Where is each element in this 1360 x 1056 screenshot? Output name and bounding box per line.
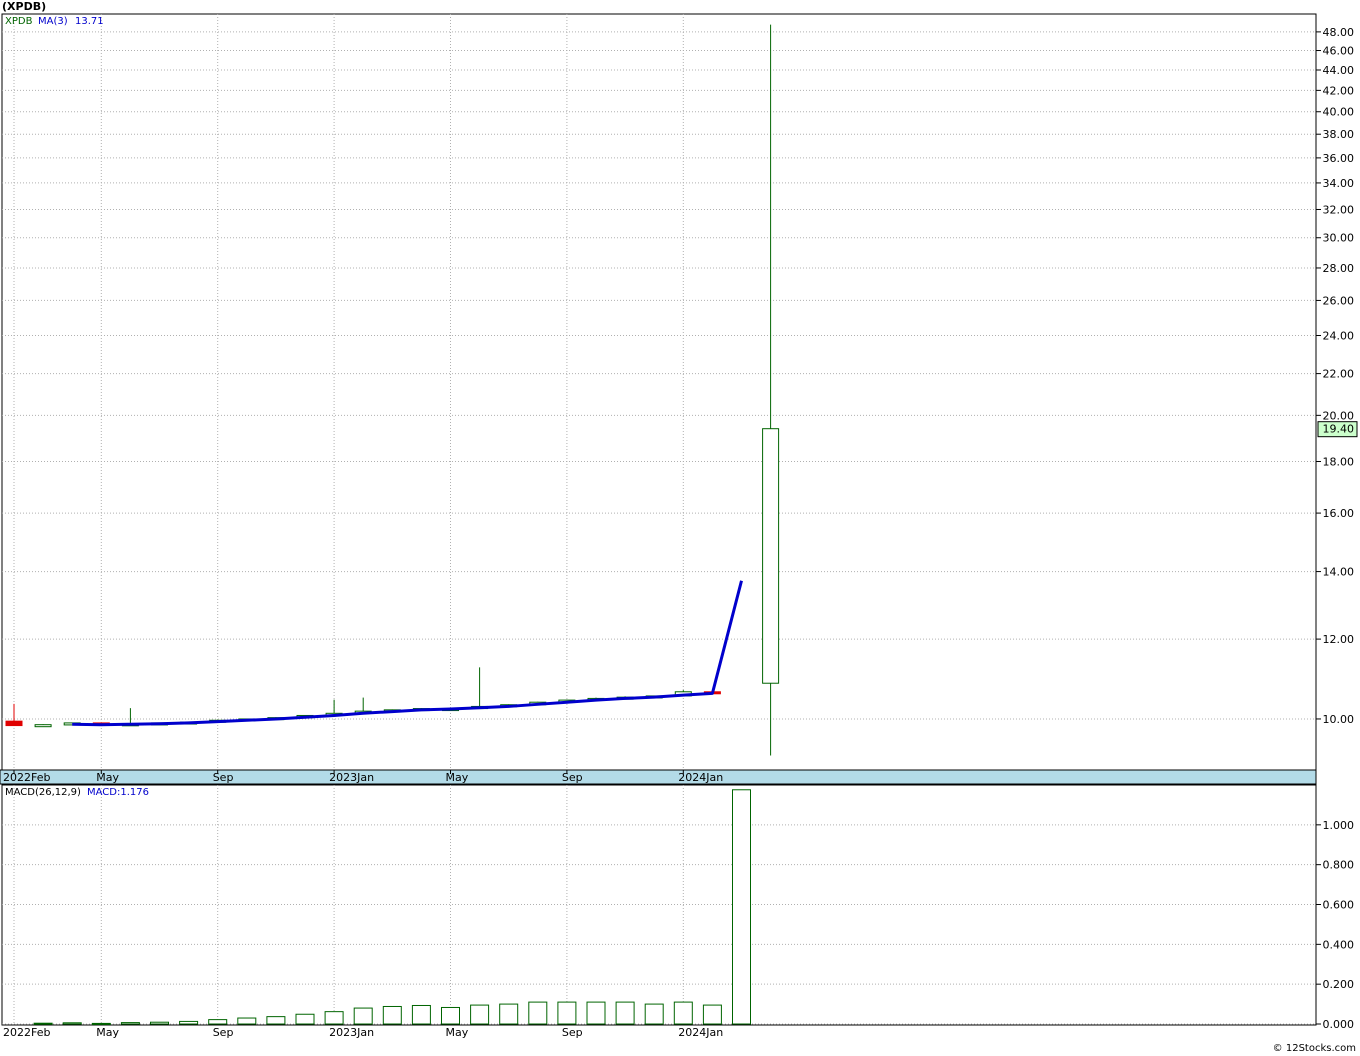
candle-down	[5, 720, 23, 727]
price-x-tick-label: Sep	[213, 771, 234, 784]
price-y-tick-label: 34.00	[1323, 177, 1355, 190]
macd-y-tick-label: 1.000	[1323, 819, 1355, 832]
price-y-tick-label: 22.00	[1323, 368, 1355, 381]
macd-legend-label: MACD(26,12,9)	[5, 787, 81, 798]
price-panel: 10.00 12.00 14.00 16.00 18.00 20.00 22.00 24.00…	[0, 13, 1358, 785]
price-y-tick-label: 42.00	[1323, 84, 1355, 97]
price-y-tick-label: 28.00	[1323, 262, 1355, 275]
macd-y-tick-label: 0.800	[1323, 859, 1355, 872]
macd-y-tick-label: 0.400	[1323, 938, 1355, 951]
macd-bar	[732, 789, 751, 1025]
candle-up	[762, 428, 780, 684]
price-x-axis-band	[0, 769, 1317, 785]
footer-credit: © 12Stocks.com	[1272, 1043, 1356, 1054]
macd-bar	[673, 1001, 693, 1025]
macd-x-tick-label: 2023Jan	[329, 1026, 374, 1039]
macd-x-tick-label: May	[96, 1026, 119, 1039]
macd-bar	[411, 1004, 431, 1025]
price-y-tick-label: 16.00	[1323, 507, 1355, 520]
legend-ma-value: 13.71	[75, 16, 104, 27]
macd-bar	[499, 1003, 519, 1025]
macd-bar	[179, 1020, 199, 1025]
price-y-tick-label: 44.00	[1323, 64, 1355, 77]
macd-bar	[33, 1022, 53, 1025]
macd-bar	[150, 1021, 169, 1025]
price-x-tick-label: May	[446, 771, 469, 784]
macd-bar	[382, 1005, 402, 1025]
macd-bar	[702, 1004, 722, 1025]
last-price-label: 19.40	[1323, 423, 1355, 436]
macd-bar	[586, 1001, 606, 1025]
price-x-tick-label: 2022Feb	[3, 771, 50, 784]
price-plot-frame	[1, 13, 1317, 771]
price-y-tick-label: 38.00	[1323, 128, 1355, 141]
price-x-tick-label: 2024Jan	[678, 771, 723, 784]
macd-y-tick-label: 0.000	[1323, 1018, 1355, 1031]
price-y-tick-label: 20.00	[1323, 409, 1355, 422]
legend-ma-label: MA(3)	[38, 16, 68, 27]
price-y-tick-label: 36.00	[1323, 152, 1355, 165]
legend-symbol: XPDB	[5, 16, 33, 27]
price-y-tick-label: 12.00	[1323, 633, 1355, 646]
macd-bar	[91, 1022, 111, 1025]
price-x-tick-label: May	[96, 771, 119, 784]
macd-bar	[295, 1013, 315, 1025]
candle-up	[34, 724, 52, 728]
macd-panel: 0.000 0.200 0.400 0.600 0.800 1.000 MACD(26,12…	[1, 784, 1355, 1039]
macd-bar	[441, 1006, 460, 1025]
macd-bar	[324, 1011, 344, 1025]
price-y-tick-label: 24.00	[1323, 329, 1355, 342]
macd-bar	[62, 1022, 82, 1025]
macd-bar	[470, 1004, 490, 1025]
macd-bar	[528, 1001, 548, 1025]
price-y-tick-label: 32.00	[1323, 203, 1355, 216]
chart-canvas: 10.00 12.00 14.00 16.00 18.00 20.00 22.00 24.00…	[0, 13, 1358, 1039]
macd-bar	[353, 1007, 373, 1025]
price-x-tick-label: 2023Jan	[329, 771, 374, 784]
macd-bar	[120, 1022, 140, 1025]
price-y-tick-label: 46.00	[1323, 45, 1355, 58]
macd-bar	[208, 1019, 228, 1025]
price-y-tick-label: 26.00	[1323, 294, 1355, 307]
macd-bar	[644, 1003, 664, 1025]
macd-x-tick-label: Sep	[562, 1026, 583, 1039]
macd-x-tick-label: May	[446, 1026, 469, 1039]
macd-legend-value: MACD:1.176	[87, 787, 149, 798]
macd-y-tick-label: 0.600	[1323, 899, 1355, 912]
price-x-tick-label: Sep	[562, 771, 583, 784]
macd-bar	[557, 1001, 577, 1025]
macd-x-tick-label: Sep	[213, 1026, 234, 1039]
macd-bar	[615, 1001, 635, 1025]
macd-y-tick-label: 0.200	[1323, 978, 1355, 991]
macd-x-tick-label: 2022Feb	[3, 1026, 50, 1039]
price-y-tick-label: 30.00	[1323, 232, 1355, 245]
macd-x-tick-label: 2024Jan	[678, 1026, 723, 1039]
price-y-tick-label: 18.00	[1323, 455, 1355, 468]
price-y-tick-label: 14.00	[1323, 566, 1355, 579]
macd-bar	[266, 1016, 286, 1025]
price-y-tick-label: 10.00	[1323, 713, 1355, 726]
price-y-tick-label: 40.00	[1323, 106, 1355, 119]
macd-bar	[237, 1017, 257, 1025]
price-y-tick-label: 48.00	[1323, 26, 1355, 39]
